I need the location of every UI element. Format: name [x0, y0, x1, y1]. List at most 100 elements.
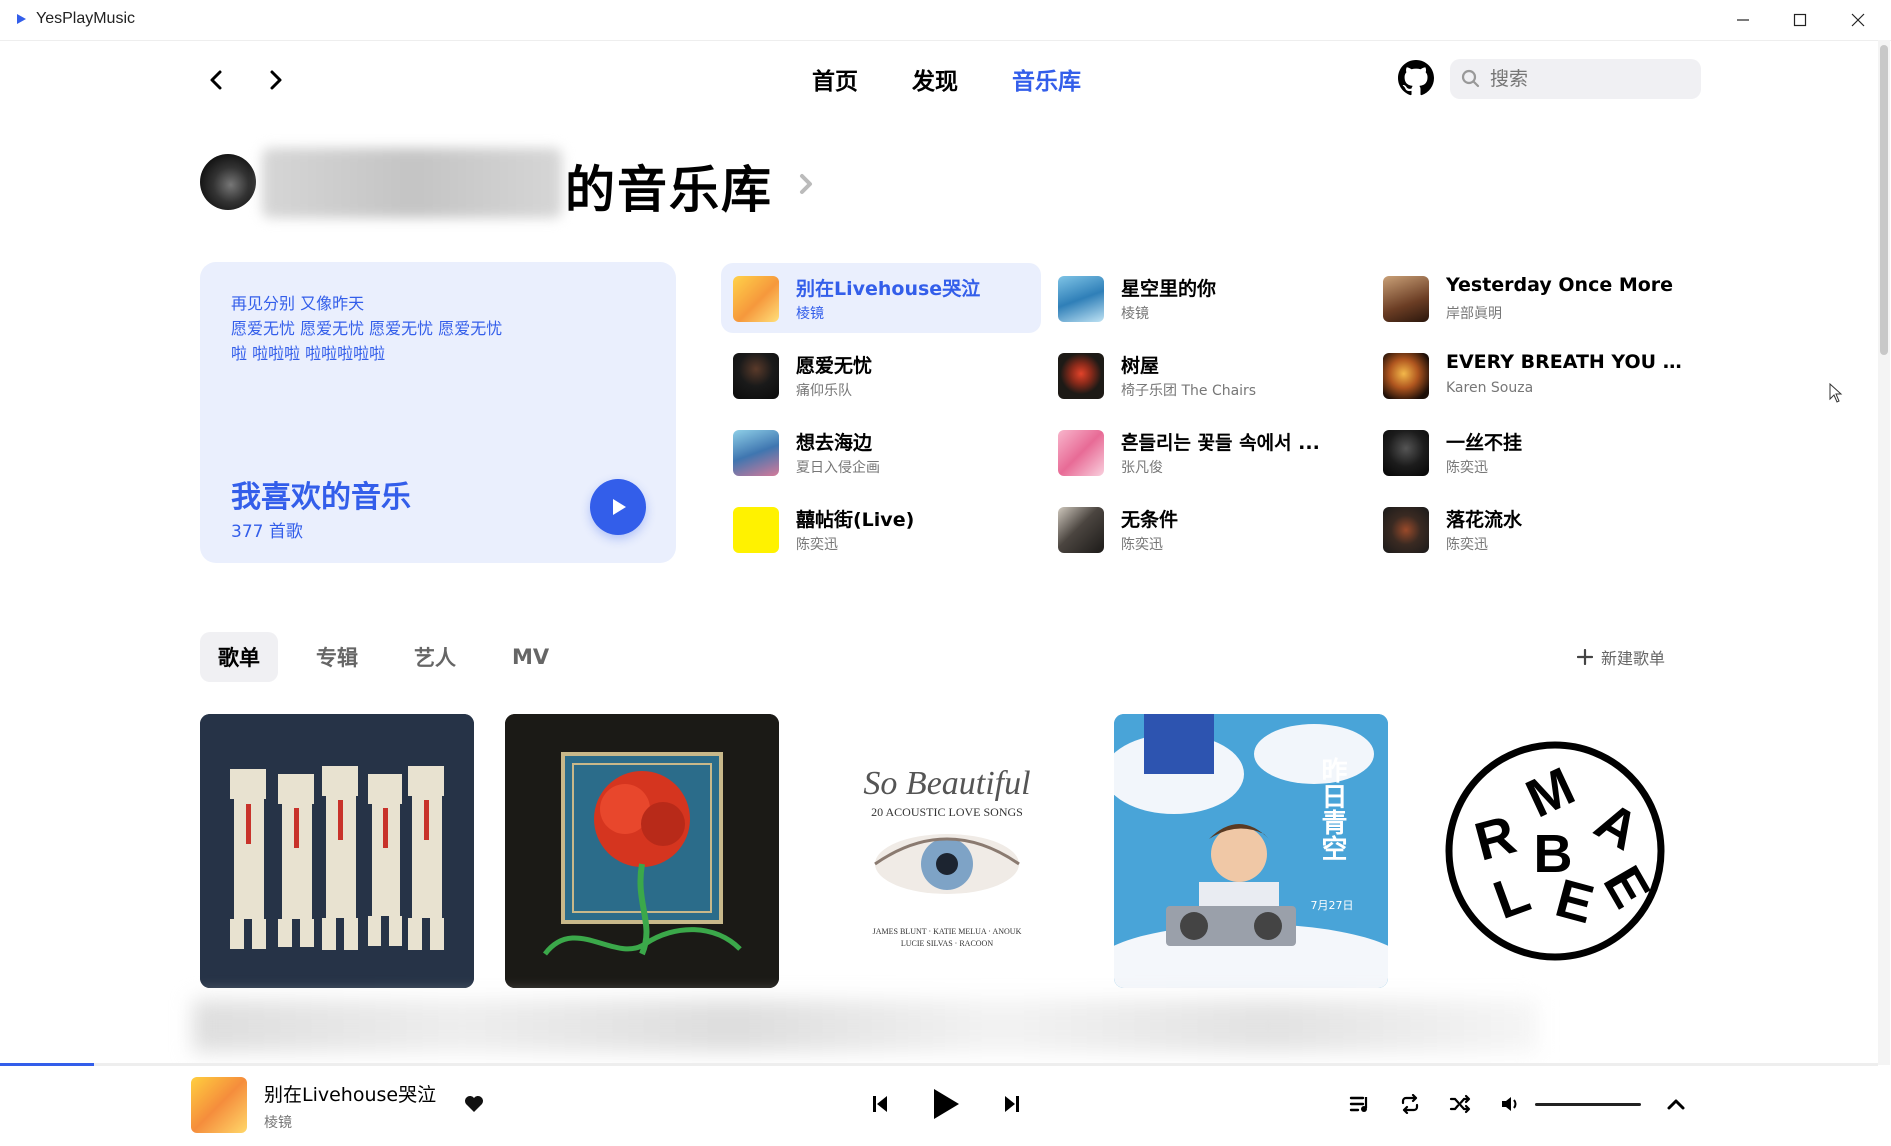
tab-artists[interactable]: 艺人	[396, 632, 474, 682]
playlist-cover[interactable]: So Beautiful 20 ACOUSTIC LOVE SONGS JAME…	[810, 714, 1084, 988]
song-item[interactable]: 星空里的你 棱镜	[1046, 263, 1366, 333]
song-cover	[1383, 276, 1429, 322]
song-item[interactable]: 别在Livehouse哭泣 棱镜	[721, 263, 1041, 333]
song-item[interactable]: 想去海边 夏日入侵企画	[721, 417, 1041, 487]
playlist-cover[interactable]	[200, 714, 474, 988]
liked-lyric-line: 再见分别 又像昨天	[231, 294, 365, 313]
playlist-names-blurred	[193, 1000, 1538, 1052]
song-item[interactable]: 树屋 椅子乐团 The Chairs	[1046, 340, 1366, 410]
nav-discover[interactable]: 发现	[912, 62, 958, 96]
cover-artists-line-1: JAMES BLUNT · KATIE MELUA · ANOUK	[873, 927, 1022, 936]
playlist-cover[interactable]: M A R B L E E	[1418, 714, 1692, 988]
song-artist[interactable]: 岸部眞明	[1446, 303, 1502, 323]
cover-title: So Beautiful	[863, 765, 1030, 802]
search-input[interactable]	[1488, 67, 1692, 91]
song-title: EVERY BREATH YOU T...	[1446, 351, 1686, 373]
next-button[interactable]	[994, 1086, 1030, 1122]
scrollbar-thumb[interactable]	[1880, 45, 1888, 355]
tab-mv[interactable]: MV	[494, 632, 567, 682]
song-artist[interactable]: 陈奕迅	[1121, 534, 1163, 554]
plus-icon	[1577, 649, 1593, 665]
liked-songs-card[interactable]: 再见分别 又像昨天 愿爱无忧 愿爱无忧 愿爱无忧 愿爱无忧 啦 啦啦啦 啦啦啦啦…	[200, 262, 676, 563]
liked-play-button[interactable]	[590, 479, 646, 535]
song-artist[interactable]: 陈奕迅	[1446, 534, 1488, 554]
player-song-title[interactable]: 别在Livehouse哭泣	[264, 1080, 436, 1107]
expand-lyrics-button[interactable]	[1658, 1086, 1694, 1122]
cover-artists-line-2: LUCIE SILVAS · RACOON	[901, 939, 993, 948]
song-artist[interactable]: 棱镜	[1121, 303, 1149, 323]
volume-slider[interactable]	[1535, 1103, 1641, 1106]
player-cover[interactable]	[191, 1077, 247, 1133]
tab-albums[interactable]: 专辑	[298, 632, 376, 682]
play-button[interactable]	[924, 1082, 968, 1126]
user-avatar[interactable]	[200, 154, 256, 210]
playlist-queue-button[interactable]	[1342, 1086, 1378, 1122]
maximize-icon	[1793, 13, 1807, 27]
minimize-icon	[1737, 19, 1749, 21]
liked-lyric-line: 啦 啦啦啦 啦啦啦啦啦	[231, 344, 386, 363]
search-icon	[1461, 69, 1480, 88]
cover-title: 昨日青空	[1317, 757, 1347, 861]
chevron-left-icon	[210, 70, 222, 90]
search-box[interactable]	[1450, 59, 1701, 99]
tab-playlists[interactable]: 歌单	[200, 632, 278, 682]
previous-button[interactable]	[862, 1086, 898, 1122]
song-artist[interactable]: 陈奕迅	[796, 534, 838, 554]
new-playlist-button[interactable]: 新建歌单	[1577, 645, 1665, 669]
song-artist[interactable]: 夏日入侵企画	[796, 457, 880, 477]
minimize-button[interactable]	[1715, 4, 1771, 36]
maximize-button[interactable]	[1772, 4, 1828, 36]
close-icon	[1851, 13, 1865, 27]
song-item[interactable]: 囍帖街(Live) 陈奕迅	[721, 494, 1041, 564]
previous-icon	[873, 1096, 887, 1112]
back-button[interactable]	[196, 62, 236, 98]
forward-button[interactable]	[256, 62, 296, 98]
song-title: 想去海边	[796, 432, 873, 454]
repeat-button[interactable]	[1392, 1086, 1428, 1122]
playlist-cover[interactable]: 昨日青空 7月27日	[1114, 714, 1388, 988]
song-artist[interactable]: 椅子乐团 The Chairs	[1121, 380, 1256, 400]
song-artist[interactable]: 痛仰乐队	[796, 380, 852, 400]
song-item[interactable]: 愿爱无忧 痛仰乐队	[721, 340, 1041, 410]
song-artist[interactable]: Karen Souza	[1446, 380, 1533, 396]
song-item[interactable]: 无条件 陈奕迅	[1046, 494, 1366, 564]
song-item[interactable]: 흔들리는 꽃들 속에서 ... 张凡俊	[1046, 417, 1366, 487]
song-artist[interactable]: 陈奕迅	[1446, 457, 1488, 477]
song-title: 树屋	[1121, 355, 1160, 377]
song-title: 흔들리는 꽃들 속에서 ...	[1121, 432, 1320, 454]
close-button[interactable]	[1830, 4, 1886, 36]
song-title: 别在Livehouse哭泣	[796, 278, 981, 300]
song-item[interactable]: Yesterday Once More 岸部眞明	[1371, 263, 1691, 333]
song-artist[interactable]: 张凡俊	[1121, 457, 1163, 477]
shuffle-button[interactable]	[1442, 1086, 1478, 1122]
playlist-cover-art: So Beautiful 20 ACOUSTIC LOVE SONGS JAME…	[810, 714, 1084, 988]
volume-icon	[1502, 1097, 1517, 1111]
play-icon	[934, 1089, 959, 1119]
playlist-cover[interactable]	[505, 714, 779, 988]
cover-subtitle: 20 ACOUSTIC LOVE SONGS	[871, 805, 1023, 819]
next-icon	[1005, 1096, 1019, 1112]
player-song-artist[interactable]: 棱镜	[264, 1112, 292, 1132]
song-cover	[1383, 430, 1429, 476]
heart-icon	[465, 1096, 483, 1112]
library-title: 的音乐库	[565, 161, 773, 219]
chevron-right-icon	[270, 70, 282, 90]
repeat-icon	[1401, 1094, 1419, 1114]
song-cover	[1058, 276, 1104, 322]
liked-lyric-line: 愿爱无忧 愿爱无忧 愿爱无忧 愿爱无忧	[231, 319, 503, 338]
song-item[interactable]: 落花流水 陈奕迅	[1371, 494, 1691, 564]
song-cover	[1058, 507, 1104, 553]
like-button[interactable]	[456, 1086, 492, 1122]
song-cover	[733, 353, 779, 399]
song-artist[interactable]: 棱镜	[796, 303, 824, 323]
github-icon[interactable]	[1398, 60, 1434, 96]
volume-button[interactable]	[1493, 1086, 1529, 1122]
song-item[interactable]: EVERY BREATH YOU T... Karen Souza	[1371, 340, 1691, 410]
song-title: 落花流水	[1446, 509, 1523, 531]
nav-library[interactable]: 音乐库	[1012, 62, 1081, 96]
song-item[interactable]: 一丝不挂 陈奕迅	[1371, 417, 1691, 487]
nav-home[interactable]: 首页	[812, 62, 858, 96]
library-chevron-right-icon[interactable]	[796, 170, 816, 198]
app-logo-icon	[17, 14, 26, 24]
new-playlist-label: 新建歌单	[1601, 649, 1666, 668]
